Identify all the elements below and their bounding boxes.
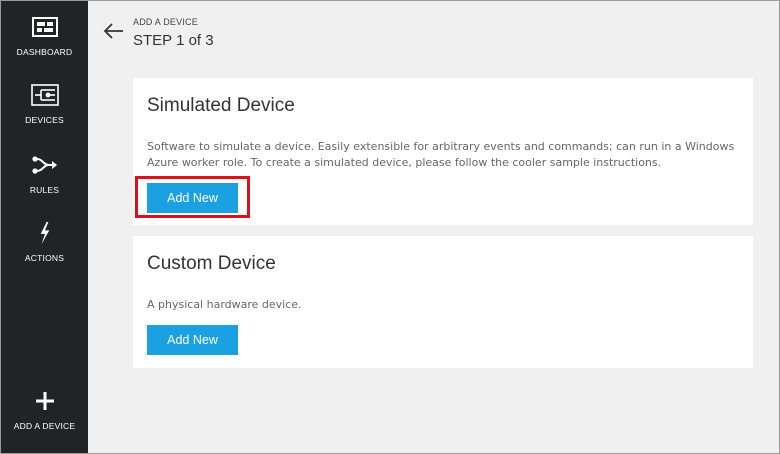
add-a-device-button[interactable]: ADD A DEVICE	[1, 389, 88, 431]
rules-icon	[31, 156, 57, 174]
add-a-device-label: ADD A DEVICE	[13, 421, 76, 431]
simulated-device-card: Simulated Device Software to simulate a …	[133, 78, 753, 225]
lightning-icon	[40, 221, 49, 245]
card-description: A physical hardware device.	[147, 298, 302, 311]
sidebar-item-label: ACTIONS	[24, 253, 65, 263]
sidebar-item-label: RULES	[29, 185, 60, 195]
custom-device-card: Custom Device A physical hardware device…	[133, 236, 753, 368]
sidebar-item-devices[interactable]: DEVICES	[1, 83, 88, 125]
card-description: Software to simulate a device. Easily ex…	[147, 140, 735, 169]
dashboard-icon	[31, 17, 58, 37]
main-content: ADD A DEVICE STEP 1 of 3 Simulated Devic…	[88, 1, 779, 453]
page-kicker: ADD A DEVICE	[133, 17, 198, 27]
card-title: Custom Device	[147, 253, 276, 274]
add-new-custom-button[interactable]: Add New	[147, 325, 238, 355]
devices-icon	[30, 84, 59, 106]
sidebar-item-label: DEVICES	[25, 115, 64, 125]
sidebar-item-label: DASHBOARD	[16, 47, 73, 57]
back-arrow-icon[interactable]	[102, 19, 126, 43]
sidebar-item-dashboard[interactable]: DASHBOARD	[1, 15, 88, 57]
sidebar: DASHBOARD DEVICES RULES ACTIONS ADD A DE…	[1, 1, 88, 453]
sidebar-item-actions[interactable]: ACTIONS	[1, 221, 88, 263]
plus-icon	[35, 392, 54, 410]
app-window: DASHBOARD DEVICES RULES ACTIONS ADD A DE…	[0, 0, 780, 454]
sidebar-item-rules[interactable]: RULES	[1, 153, 88, 195]
add-new-simulated-button[interactable]: Add New	[147, 183, 238, 213]
card-title: Simulated Device	[147, 95, 295, 116]
page-title: STEP 1 of 3	[133, 32, 214, 49]
